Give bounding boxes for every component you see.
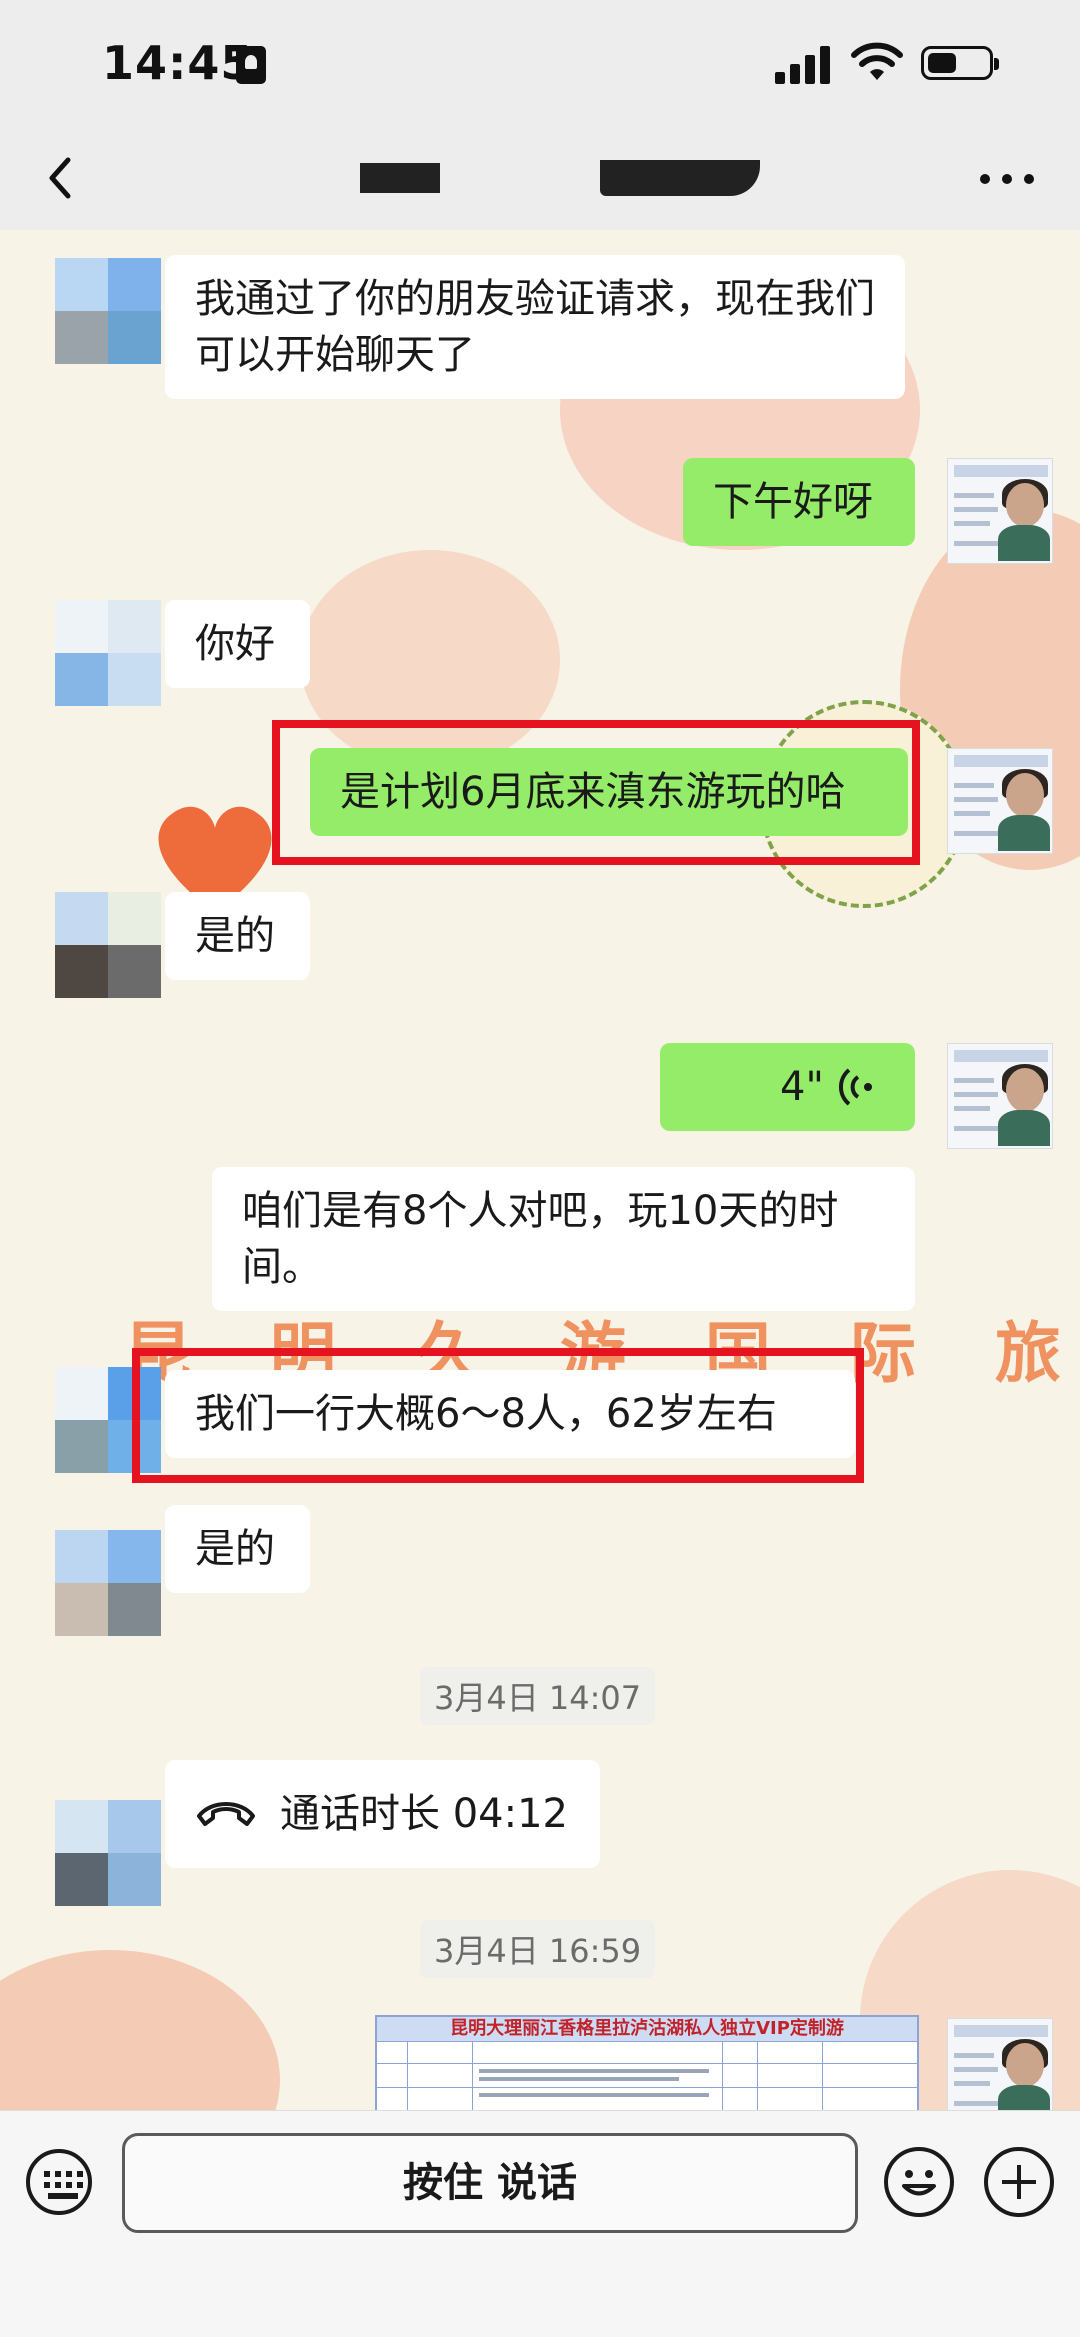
avatar[interactable] bbox=[947, 2018, 1053, 2110]
avatar[interactable] bbox=[55, 1800, 161, 1906]
status-time: 14:45 bbox=[102, 36, 254, 90]
voice-duration: 4" bbox=[780, 1064, 824, 1110]
call-duration: 通话时长 04:12 bbox=[280, 1791, 568, 1837]
timestamp: 3月4日 16:59 bbox=[420, 1920, 656, 1978]
chat-area[interactable]: 昆 明 久 游 国 际 旅 行 社 我通过了你的朋友验证请求，现在我们可以开始聊… bbox=[0, 230, 1080, 2110]
avatar[interactable] bbox=[947, 1043, 1053, 1149]
status-bar: 14:45 bbox=[0, 0, 1080, 130]
signal-icon bbox=[775, 44, 835, 84]
avatar[interactable] bbox=[55, 1530, 161, 1636]
avatar[interactable] bbox=[55, 892, 161, 998]
emoji-icon[interactable] bbox=[884, 2147, 954, 2217]
highlight-box bbox=[132, 1348, 864, 1483]
message-bubble[interactable]: 是的 bbox=[165, 892, 310, 980]
keyboard-icon[interactable] bbox=[26, 2149, 92, 2215]
plus-icon[interactable] bbox=[984, 2147, 1054, 2217]
hold-to-talk-button[interactable]: 按住 说话 bbox=[122, 2133, 858, 2233]
avatar[interactable] bbox=[55, 258, 161, 364]
call-record-bubble[interactable]: 通话时长 04:12 bbox=[165, 1760, 600, 1868]
message-bubble[interactable]: 是的 bbox=[165, 1505, 310, 1593]
redacted-title bbox=[360, 163, 440, 193]
message-bubble[interactable]: 下午好呀 bbox=[683, 458, 915, 546]
wifi-icon bbox=[851, 42, 903, 80]
background-decoration bbox=[0, 1950, 280, 2110]
avatar[interactable] bbox=[947, 458, 1053, 564]
chevron-left-icon[interactable] bbox=[36, 148, 86, 208]
document-title: 昆明大理丽江香格里拉泸沽湖私人独立VIP定制游 bbox=[377, 2017, 917, 2041]
message-bubble[interactable]: 咱们是有8个人对吧，玩10天的时间。 bbox=[212, 1167, 915, 1311]
itinerary-document[interactable]: 昆明大理丽江香格里拉泸沽湖私人独立VIP定制游 bbox=[375, 2015, 919, 2110]
more-dots-icon[interactable] bbox=[980, 170, 1040, 190]
orientation-lock-icon bbox=[236, 46, 266, 84]
voice-message[interactable]: 4" bbox=[660, 1043, 915, 1131]
highlight-box bbox=[272, 720, 920, 865]
chat-header bbox=[0, 130, 1080, 230]
phone-icon bbox=[197, 1802, 255, 1826]
voice-wave-icon bbox=[838, 1068, 872, 1106]
avatar[interactable] bbox=[947, 748, 1053, 854]
message-bubble[interactable]: 你好 bbox=[165, 600, 310, 688]
avatar[interactable] bbox=[55, 600, 161, 706]
redacted-title bbox=[600, 160, 760, 196]
input-bar: 按住 说话 bbox=[0, 2110, 1080, 2337]
timestamp: 3月4日 14:07 bbox=[420, 1667, 656, 1725]
message-bubble[interactable]: 我通过了你的朋友验证请求，现在我们可以开始聊天了 bbox=[165, 255, 905, 399]
battery-icon bbox=[921, 46, 999, 80]
